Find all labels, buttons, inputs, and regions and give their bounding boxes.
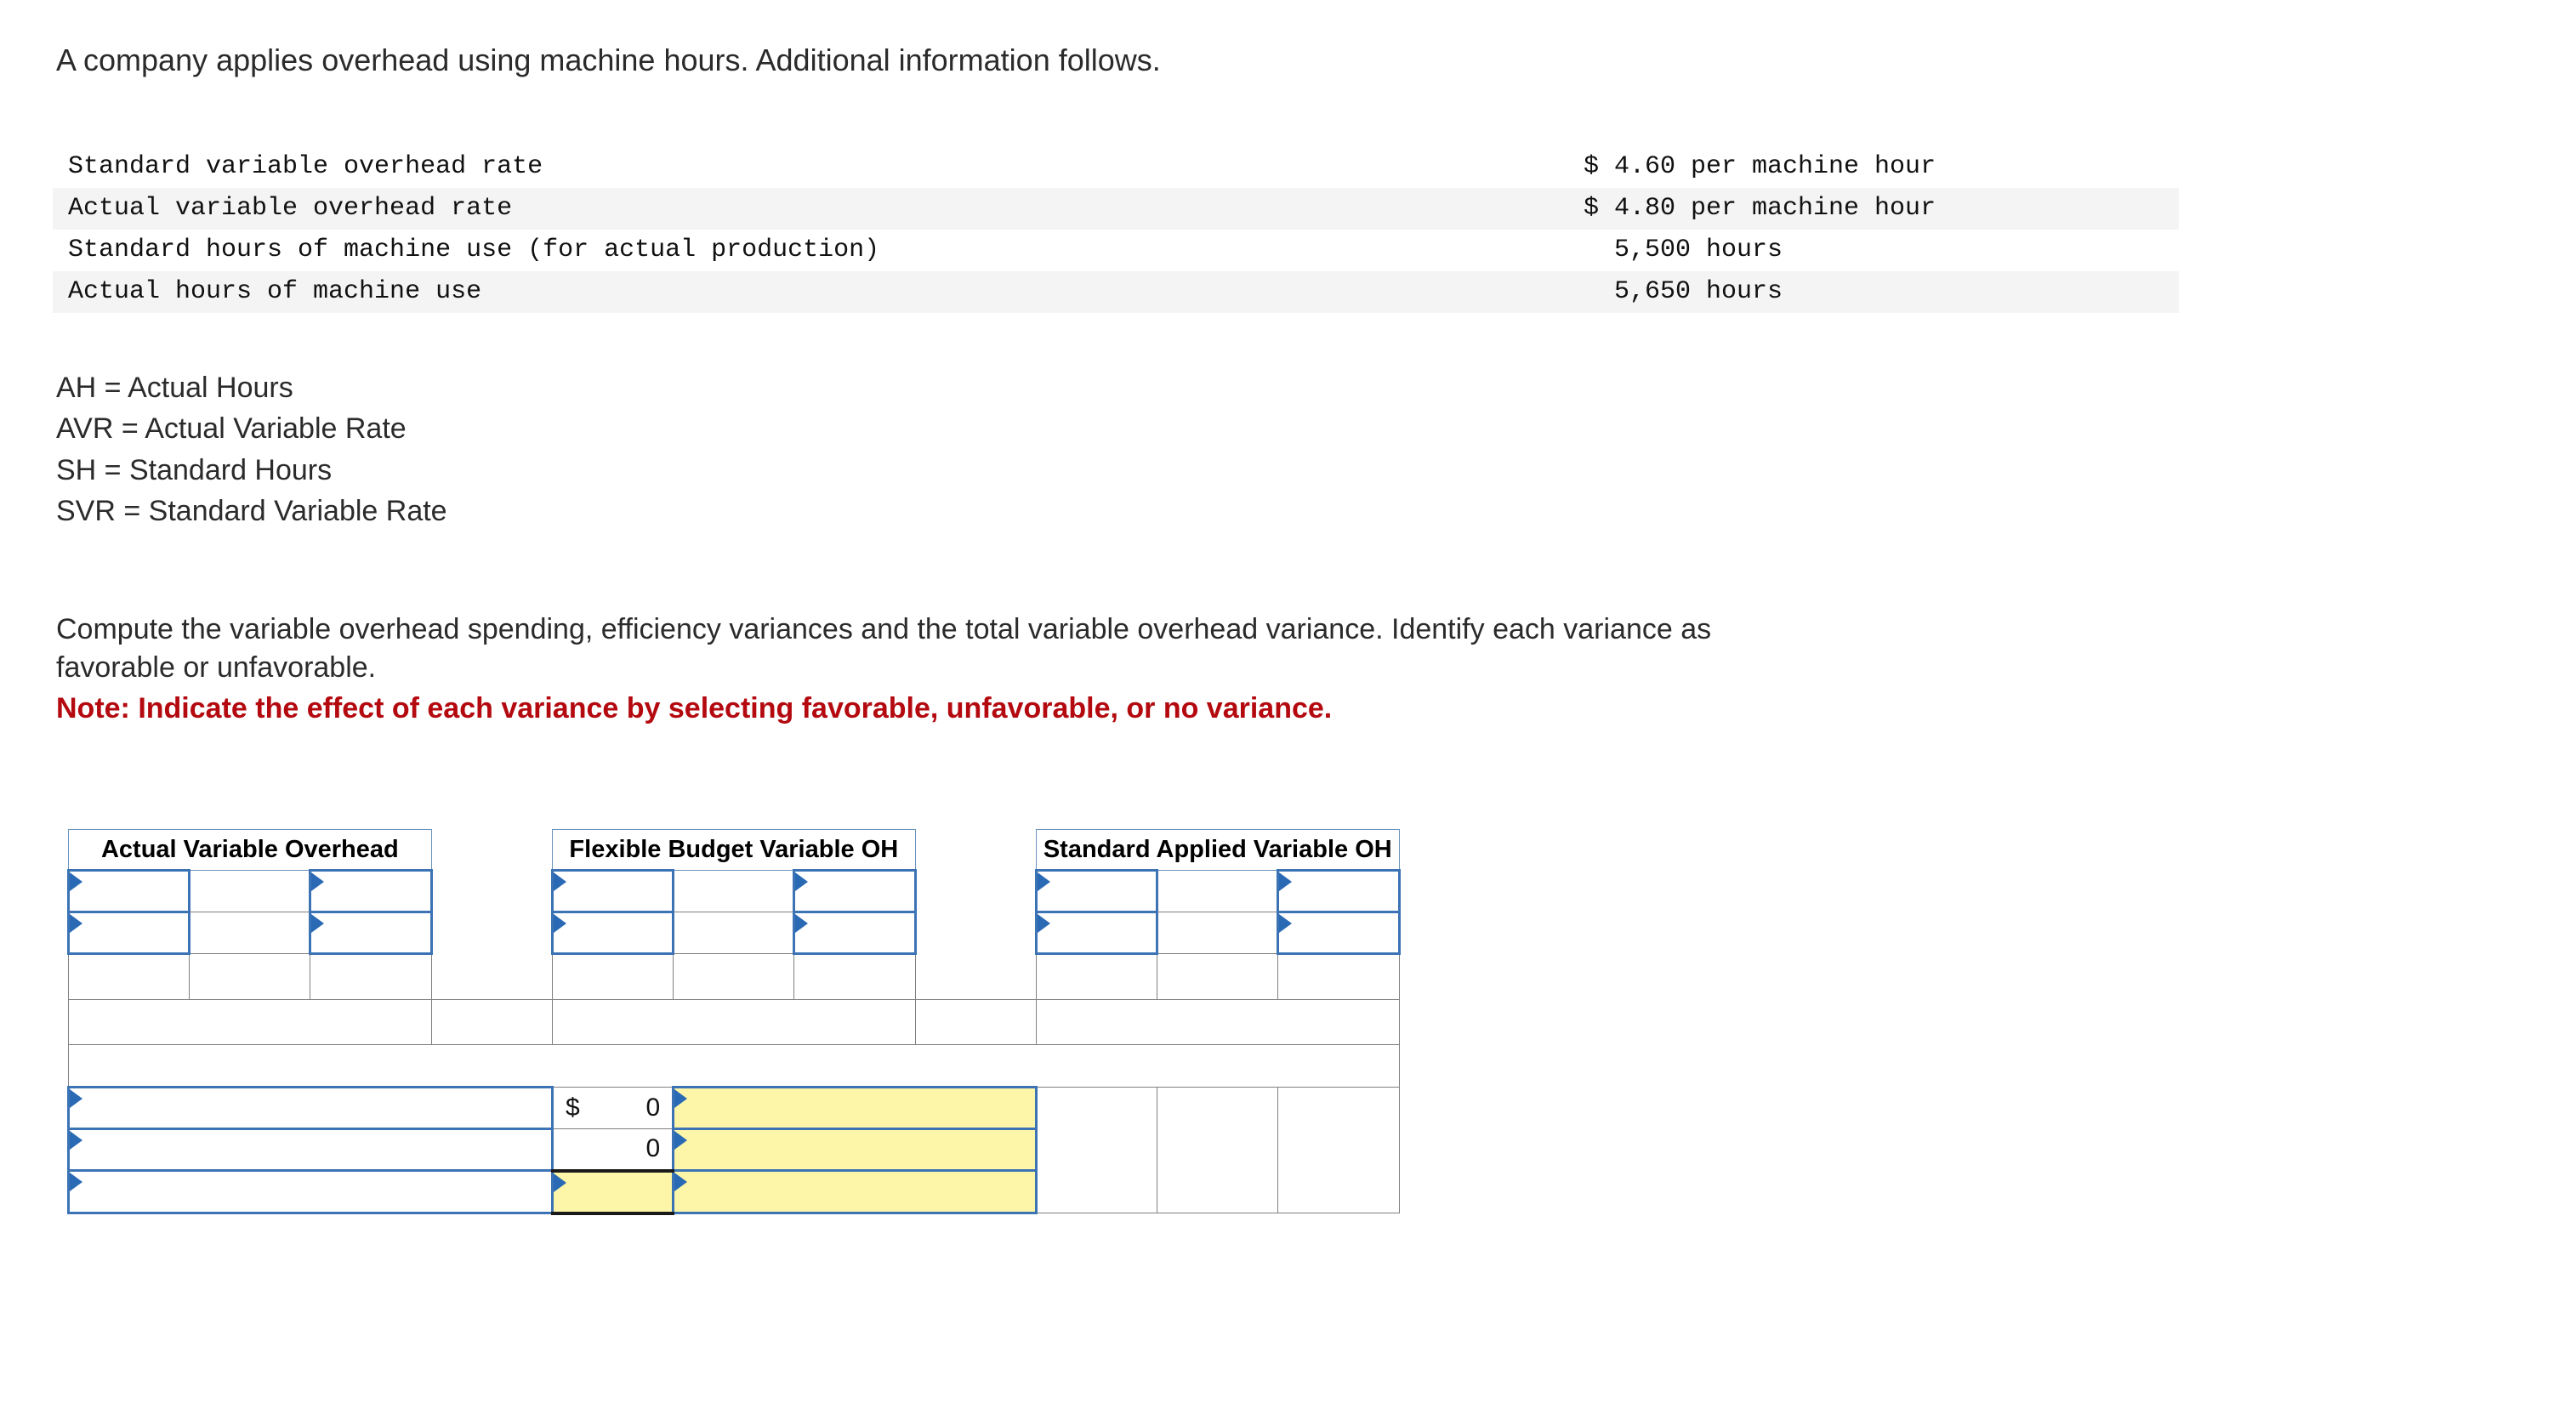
dropdown-summary-label-1[interactable] bbox=[67, 1086, 554, 1130]
amount-value: 0 bbox=[645, 1134, 661, 1163]
abbreviation-legend: AH = Actual Hours AVR = Actual Variable … bbox=[56, 367, 447, 531]
cell-flexible-row2-col2[interactable] bbox=[673, 912, 795, 954]
spacer-cell bbox=[1399, 870, 2445, 912]
dropdown-summary-effect-2[interactable] bbox=[672, 1128, 1038, 1172]
dropdown-flexible-row2-col3[interactable] bbox=[793, 911, 917, 955]
dropdown-standard-row1-col1[interactable] bbox=[1034, 869, 1159, 913]
spacer-cell bbox=[1399, 829, 2445, 871]
table-row: Standard variable overhead rate $ 4.60 p… bbox=[53, 146, 2179, 188]
cell-flexible-row3-col1[interactable] bbox=[551, 953, 674, 1000]
spacer-cell bbox=[915, 870, 1037, 912]
summary-amount-2[interactable]: 0 bbox=[551, 1128, 674, 1173]
table-row: Actual variable overhead rate $ 4.80 per… bbox=[53, 188, 2179, 230]
fact-label: Standard variable overhead rate bbox=[68, 152, 543, 181]
grid-total-row bbox=[68, 1044, 2445, 1088]
cell-actual-row3-col1[interactable] bbox=[67, 953, 190, 1000]
cell-standard-row3-col3[interactable] bbox=[1277, 953, 1400, 1000]
cell-standard-variance-wide[interactable] bbox=[1035, 999, 1400, 1045]
grid-input-row-2 bbox=[66, 911, 2445, 955]
spacer-cell bbox=[431, 953, 553, 1000]
header-actual-variable-overhead: Actual Variable Overhead bbox=[68, 829, 432, 871]
spacer-cell bbox=[1399, 1087, 2445, 1213]
spacer-cell bbox=[431, 870, 553, 912]
spacer-cell bbox=[1399, 1044, 2445, 1088]
legend-line-svr: SVR = Standard Variable Rate bbox=[56, 494, 447, 527]
spacer-cell bbox=[431, 829, 553, 871]
cell-flexible-row3-col2[interactable] bbox=[673, 953, 795, 1000]
grid-input-row-1 bbox=[66, 869, 2445, 913]
dropdown-summary-effect-1[interactable] bbox=[672, 1086, 1038, 1130]
legend-line-sh: SH = Standard Hours bbox=[56, 453, 333, 486]
dropdown-actual-row2-col3[interactable] bbox=[309, 911, 433, 955]
dropdown-actual-row1-col3[interactable] bbox=[309, 869, 433, 913]
cell-summary-right-blank-2[interactable] bbox=[1157, 1087, 1279, 1213]
spacer-cell bbox=[915, 829, 1037, 871]
dropdown-summary-effect-3[interactable] bbox=[672, 1169, 1038, 1214]
dropdown-standard-row2-col1[interactable] bbox=[1034, 911, 1159, 955]
grid-blank-row-3 bbox=[67, 953, 2445, 1000]
instruction-note: Note: Indicate the effect of each varian… bbox=[56, 691, 1333, 724]
dropdown-standard-row1-col3[interactable] bbox=[1277, 869, 1401, 913]
fact-value: 5,650 hours bbox=[1584, 277, 1783, 306]
cell-flexible-variance-wide[interactable] bbox=[551, 999, 916, 1045]
cell-standard-row3-col1[interactable] bbox=[1035, 953, 1158, 1000]
amount-value: 0 bbox=[645, 1094, 661, 1122]
dropdown-summary-label-3[interactable] bbox=[67, 1169, 554, 1214]
header-standard-applied-variable-oh: Standard Applied Variable OH bbox=[1035, 829, 1400, 871]
dropdown-summary-label-2[interactable] bbox=[67, 1128, 554, 1172]
table-row: Actual hours of machine use 5,650 hours bbox=[53, 271, 2179, 313]
cell-actual-row3-col2[interactable] bbox=[189, 953, 311, 1000]
fact-label: Standard hours of machine use (for actua… bbox=[68, 236, 880, 264]
header-flexible-budget-variable-oh: Flexible Budget Variable OH bbox=[551, 829, 916, 871]
cell-standard-row1-col2[interactable] bbox=[1157, 870, 1279, 912]
variance-yellow-cell-right[interactable] bbox=[914, 999, 1037, 1045]
spacer-cell bbox=[431, 912, 553, 954]
legend-line-ah: AH = Actual Hours bbox=[56, 372, 293, 404]
dropdown-actual-row2-col1[interactable] bbox=[66, 911, 191, 955]
instruction-line-2: favorable or unfavorable. bbox=[56, 651, 377, 684]
cell-standard-row3-col2[interactable] bbox=[1157, 953, 1279, 1000]
dropdown-flexible-row1-col3[interactable] bbox=[793, 869, 917, 913]
instruction-line-1: Compute the variable overhead spending, … bbox=[56, 613, 1712, 645]
cell-actual-row2-col2[interactable] bbox=[189, 912, 311, 954]
dropdown-summary-amount-3[interactable] bbox=[550, 1169, 675, 1215]
fact-value: 5,500 hours bbox=[1584, 236, 1783, 264]
spacer-cell bbox=[1399, 953, 2445, 1000]
spacer-cell bbox=[1399, 912, 2445, 954]
dropdown-standard-row2-col3[interactable] bbox=[1277, 911, 1401, 955]
cell-flexible-row1-col2[interactable] bbox=[673, 870, 795, 912]
cell-flexible-row3-col3[interactable] bbox=[793, 953, 916, 1000]
grid-summary-row-1: $ 0 bbox=[67, 1086, 2445, 1213]
spacer-cell bbox=[915, 912, 1037, 954]
legend-line-avr: AVR = Actual Variable Rate bbox=[56, 412, 407, 446]
variance-answer-grid: Actual Variable Overhead Flexible Budget… bbox=[66, 829, 2445, 1215]
cell-actual-variance-wide[interactable] bbox=[68, 999, 432, 1045]
spacer-cell bbox=[1399, 999, 2445, 1045]
fact-value: $ 4.60 per machine hour bbox=[1584, 152, 1936, 181]
page-intro-text: A company applies overhead using machine… bbox=[56, 43, 1161, 77]
spacer-cell bbox=[915, 953, 1037, 1000]
dropdown-flexible-row2-col1[interactable] bbox=[550, 911, 675, 955]
cell-total-variance-wide[interactable] bbox=[68, 1044, 1400, 1088]
dropdown-flexible-row1-col1[interactable] bbox=[550, 869, 675, 913]
cell-summary-right-blank-3[interactable] bbox=[1277, 1087, 1400, 1213]
currency-symbol: $ bbox=[565, 1094, 580, 1122]
grid-variance-row bbox=[68, 999, 2445, 1045]
cell-summary-right-blank[interactable] bbox=[1035, 1087, 1158, 1213]
given-information-table: Standard variable overhead rate $ 4.60 p… bbox=[53, 146, 2179, 313]
table-row: Standard hours of machine use (for actua… bbox=[53, 230, 2179, 271]
cell-actual-row1-col2[interactable] bbox=[189, 870, 311, 912]
summary-amount-1[interactable]: $ 0 bbox=[551, 1087, 674, 1129]
fact-label: Actual variable overhead rate bbox=[68, 194, 513, 223]
cell-standard-row2-col2[interactable] bbox=[1157, 912, 1279, 954]
fact-label: Actual hours of machine use bbox=[68, 277, 482, 306]
grid-header-row: Actual Variable Overhead Flexible Budget… bbox=[68, 829, 2445, 871]
instructions-block: Compute the variable overhead spending, … bbox=[56, 611, 2539, 728]
cell-actual-row3-col3[interactable] bbox=[310, 953, 432, 1000]
fact-value: $ 4.80 per machine hour bbox=[1584, 194, 1936, 223]
dropdown-actual-row1-col1[interactable] bbox=[66, 869, 191, 913]
variance-yellow-cell-left[interactable] bbox=[430, 999, 553, 1045]
